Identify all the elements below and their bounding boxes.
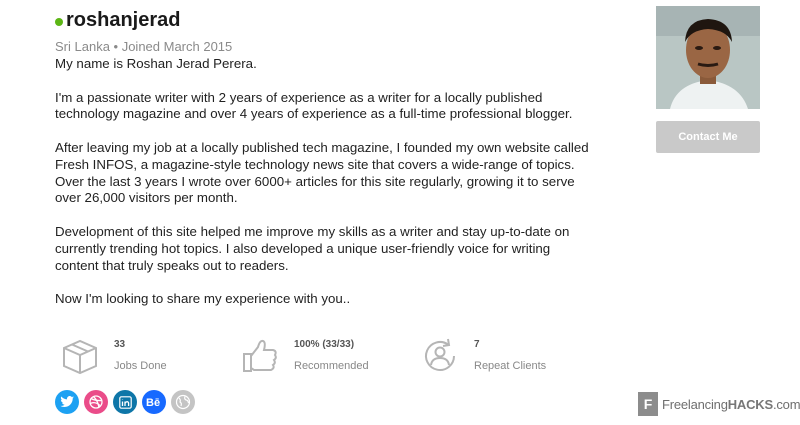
- stat-repeat-clients: 7 Repeat Clients: [420, 336, 546, 376]
- brand-mark-icon: F: [638, 392, 658, 416]
- contact-me-button[interactable]: Contact Me: [656, 121, 760, 153]
- stat-value: 7: [474, 339, 480, 350]
- stat-value: 100% (33/33): [294, 339, 355, 350]
- social-links: Bē: [55, 390, 195, 414]
- bio-paragraph: Now I'm looking to share my experience w…: [55, 291, 351, 307]
- twitter-icon[interactable]: [55, 390, 79, 414]
- bio-paragraph: Development of this site helped me impro…: [55, 223, 570, 273]
- linkedin-icon[interactable]: [113, 390, 137, 414]
- repeat-user-icon: [420, 336, 460, 376]
- bio-paragraph: My name is Roshan Jerad Perera.: [55, 56, 257, 71]
- box-icon: [60, 336, 100, 376]
- freelancinghacks-logo: F FreelancingHACKS.com: [638, 392, 800, 416]
- brand-text-prefix: Freelancing: [662, 396, 728, 412]
- stat-jobs-done: 33 Jobs Done: [60, 336, 167, 376]
- brand-text-suffix: .com: [772, 396, 800, 412]
- username-heading: roshanjerad: [55, 9, 180, 32]
- svg-text:Bē: Bē: [146, 397, 160, 408]
- stat-label: Jobs Done: [114, 360, 167, 372]
- location-joined-text: Sri Lanka • Joined March 2015: [55, 39, 233, 54]
- globe-icon[interactable]: [171, 390, 195, 414]
- brand-text-strong: HACKS: [727, 396, 773, 412]
- stat-value: 33: [114, 339, 126, 350]
- dribbble-icon[interactable]: [84, 390, 108, 414]
- online-status-icon: [55, 17, 63, 26]
- avatar: [656, 6, 760, 109]
- bio-section: My name is Roshan Jerad Perera. I'm a pa…: [55, 56, 595, 325]
- behance-icon[interactable]: Bē: [142, 390, 166, 414]
- stat-label: Recommended: [294, 360, 369, 372]
- username-text: roshanjerad: [66, 9, 181, 31]
- bio-paragraph: I'm a passionate writer with 2 years of …: [55, 89, 573, 122]
- thumbs-up-icon: [240, 336, 280, 376]
- brand-text: FreelancingHACKS.com: [662, 397, 800, 412]
- stat-label: Repeat Clients: [474, 360, 547, 372]
- stat-recommended: 100% (33/33) Recommended: [240, 336, 369, 376]
- bio-paragraph: After leaving my job at a locally publis…: [55, 139, 589, 206]
